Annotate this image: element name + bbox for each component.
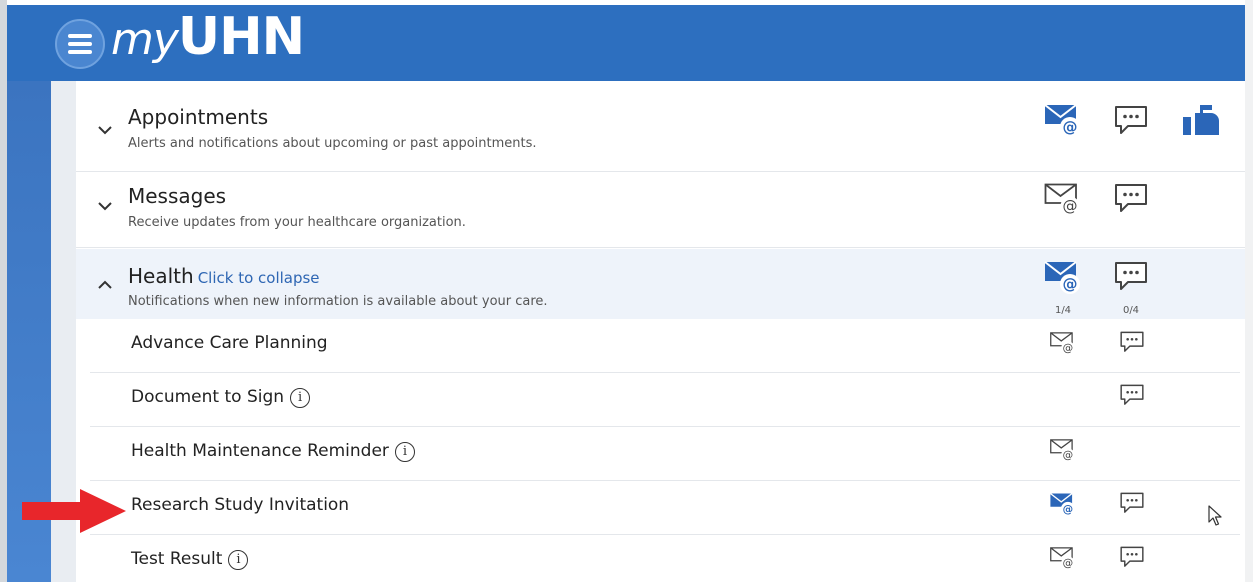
sms-icon[interactable]: [1113, 260, 1149, 294]
sms-icon[interactable]: [1113, 182, 1149, 216]
collapse-link[interactable]: Click to collapse: [198, 269, 320, 287]
email-icon[interactable]: [1043, 102, 1083, 138]
list-item[interactable]: Research Study Invitation: [90, 481, 1240, 534]
section-title: Appointments: [128, 105, 269, 129]
section-description: Notifications when new information is av…: [128, 294, 548, 309]
chevron-down-icon[interactable]: [97, 122, 113, 138]
info-icon[interactable]: i: [228, 550, 249, 570]
email-icon[interactable]: [1049, 491, 1077, 517]
chevron-down-icon[interactable]: [97, 198, 113, 214]
notification-preferences-panel: Appointments Alerts and notifications ab…: [76, 81, 1245, 582]
mailbox-icon[interactable]: [1181, 103, 1221, 137]
chevron-up-icon[interactable]: [97, 277, 113, 293]
sms-icon[interactable]: [1119, 545, 1145, 570]
item-label: Advance Care Planning: [131, 333, 328, 353]
item-label: Document to Sign i: [131, 387, 311, 408]
email-icon[interactable]: [1049, 545, 1077, 571]
item-label: Health Maintenance Reminder i: [131, 441, 415, 462]
item-label: Test Result i: [131, 549, 249, 570]
sms-icon[interactable]: [1119, 491, 1145, 516]
window-edge-left: [0, 0, 7, 582]
email-icon[interactable]: [1049, 437, 1077, 463]
list-item[interactable]: Test Result i: [90, 535, 1240, 588]
red-arrow-icon: [22, 489, 126, 533]
menu-button[interactable]: [55, 19, 105, 69]
menu-icon: [68, 34, 92, 38]
window-edge-right: [1245, 0, 1253, 582]
email-icon[interactable]: [1043, 259, 1083, 295]
item-label: Research Study Invitation: [131, 495, 350, 515]
email-icon[interactable]: [1049, 330, 1077, 356]
section-messages[interactable]: Messages Receive updates from your healt…: [76, 173, 1245, 247]
mouse-cursor-icon: [1208, 505, 1222, 526]
list-item[interactable]: Health Maintenance Reminder i: [90, 427, 1240, 480]
sms-count: 0/4: [1122, 305, 1140, 316]
app-header: myUHN: [7, 5, 1245, 81]
divider: [76, 247, 1245, 248]
divider: [76, 171, 1245, 172]
list-item[interactable]: Document to Sign i: [90, 373, 1240, 426]
info-icon[interactable]: i: [290, 388, 311, 408]
app-logo[interactable]: myUHN: [111, 7, 305, 67]
section-health[interactable]: Health Click to collapse Notifications wh…: [76, 249, 1245, 319]
list-item[interactable]: Advance Care Planning: [90, 319, 1240, 372]
section-title: Messages: [128, 184, 227, 208]
section-description: Alerts and notifications about upcoming …: [128, 136, 537, 151]
sms-icon[interactable]: [1113, 104, 1149, 138]
health-subitems: Advance Care Planning Document to Sign i …: [90, 319, 1240, 582]
email-icon[interactable]: [1043, 181, 1083, 217]
section-description: Receive updates from your healthcare org…: [128, 215, 466, 230]
sms-icon[interactable]: [1119, 383, 1145, 408]
section-title: Health Click to collapse: [128, 264, 320, 288]
info-icon[interactable]: i: [394, 442, 415, 462]
section-appointments[interactable]: Appointments Alerts and notifications ab…: [76, 91, 1245, 171]
sms-icon[interactable]: [1119, 330, 1145, 355]
email-count: 1/4: [1054, 305, 1072, 316]
